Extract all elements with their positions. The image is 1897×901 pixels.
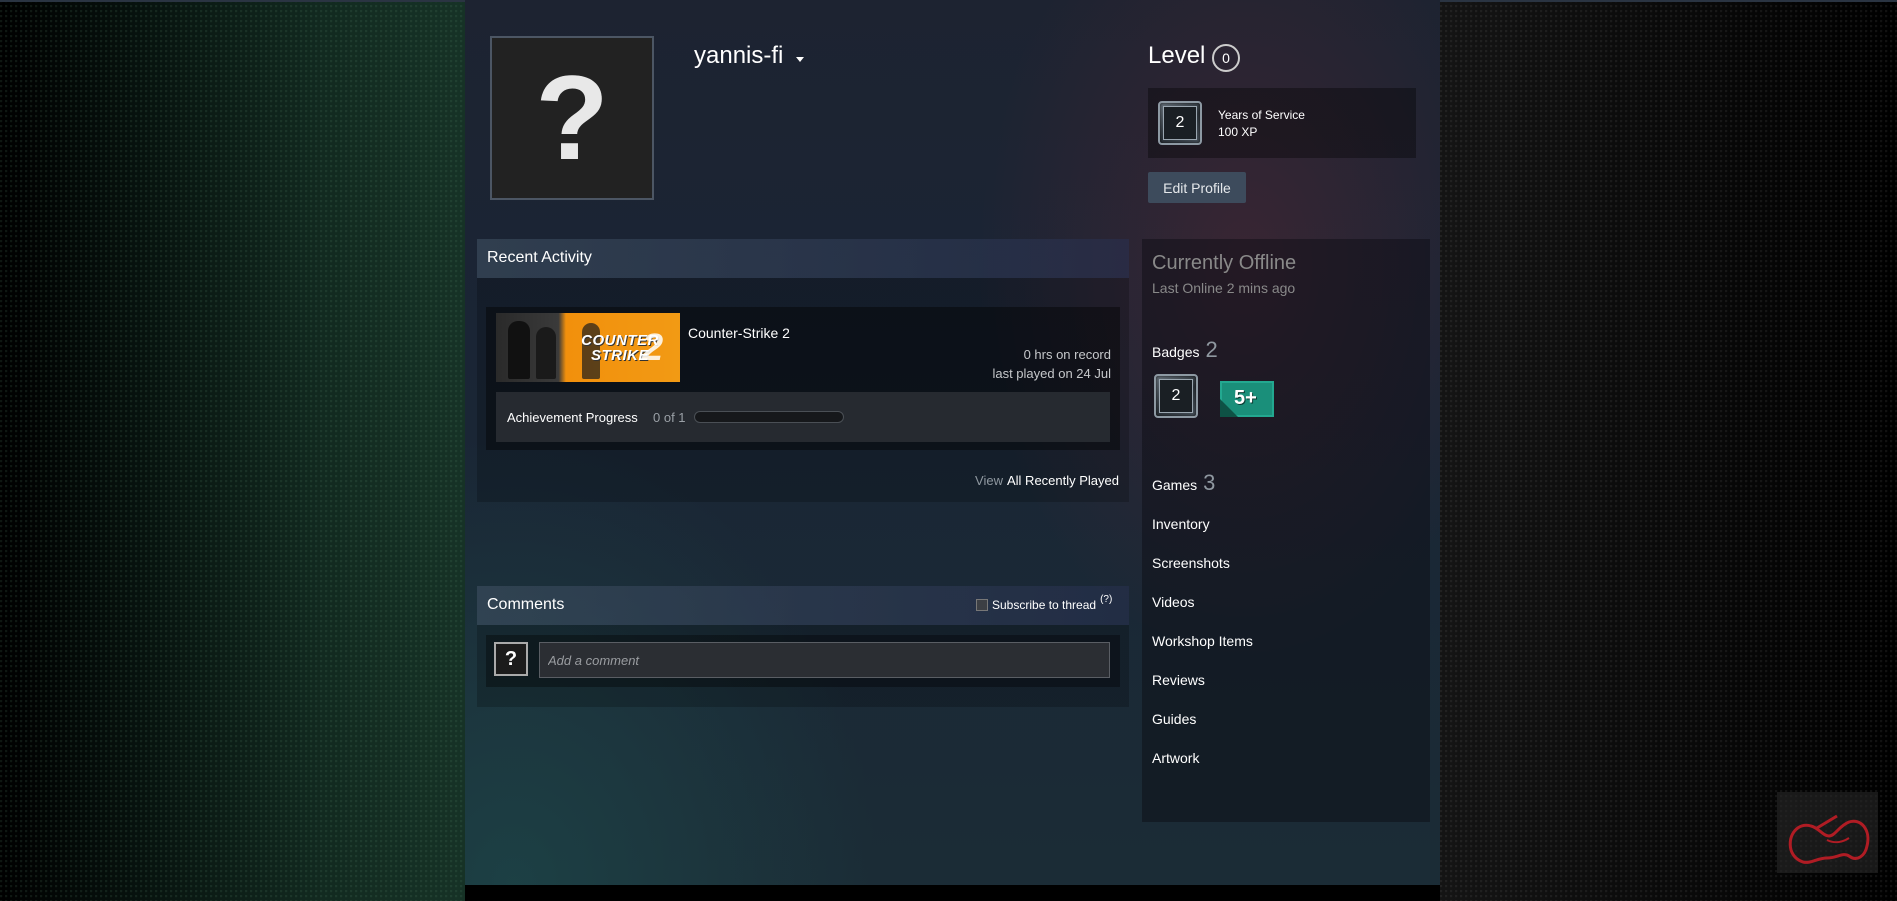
game-last-played: last played on 24 Jul (992, 366, 1111, 381)
achievement-count: 0 of 1 (653, 410, 686, 425)
controller-logo-icon[interactable] (1777, 792, 1878, 873)
years-of-service-badge-icon[interactable]: 2 (1154, 374, 1198, 418)
achievement-progress-bar (694, 411, 844, 423)
comments-header: Comments Subscribe to thread (?) (477, 586, 1129, 625)
view-label: View (975, 473, 1003, 488)
avatar-placeholder-icon: ? (535, 51, 609, 185)
artwork-link[interactable]: Artwork (1152, 750, 1199, 766)
comments-title: Comments (487, 596, 565, 613)
view-all-recently-played[interactable]: View All Recently Played (975, 473, 1119, 488)
last-online: Last Online 2 mins ago (1152, 280, 1296, 296)
games-count: 3 (1203, 470, 1216, 495)
profile-page: ? yannis-fi Level 0 2 Years of Service 1… (465, 0, 1440, 885)
help-icon[interactable]: (?) (1100, 594, 1112, 605)
screenshots-link[interactable]: Screenshots (1152, 555, 1230, 571)
subscribe-label: Subscribe to thread (992, 598, 1097, 612)
favorite-badge[interactable]: 2 Years of Service 100 XP (1148, 88, 1416, 158)
all-recently-played-link[interactable]: All Recently Played (1007, 473, 1119, 488)
subscribe-checkbox[interactable] (976, 599, 988, 611)
badges-count: 2 (1205, 337, 1218, 362)
achievement-progress-label: Achievement Progress (507, 410, 638, 425)
game-hours: 0 hrs on record (1023, 347, 1111, 362)
videos-link[interactable]: Videos (1152, 594, 1195, 610)
controller-icon (1788, 814, 1870, 864)
comments-section: Comments Subscribe to thread (?) ? (477, 586, 1129, 707)
persona-dropdown-icon[interactable] (796, 57, 804, 62)
games-link[interactable]: Games 3 (1152, 470, 1215, 496)
profile-sidebar: Currently Offline Last Online 2 mins ago… (1142, 239, 1430, 822)
game-logo-number: 2 (642, 327, 664, 369)
recent-activity-section: Recent Activity COUNTER STRIKE 2 Counter… (477, 239, 1129, 502)
background-right (1440, 0, 1897, 901)
capsule-figure-icon (508, 321, 530, 379)
online-status: Currently Offline (1152, 252, 1297, 274)
reviews-link[interactable]: Reviews (1152, 672, 1205, 688)
favorite-badge-title: Years of Service (1218, 108, 1305, 122)
recent-game: COUNTER STRIKE 2 Counter-Strike 2 0 hrs … (486, 307, 1120, 450)
edit-profile-button[interactable]: Edit Profile (1148, 172, 1246, 203)
comment-input[interactable] (539, 642, 1110, 678)
recent-activity-header: Recent Activity (477, 239, 1129, 278)
capsule-figure-icon (536, 327, 556, 379)
game-name-link[interactable]: Counter-Strike 2 (688, 325, 790, 341)
workshop-items-link[interactable]: Workshop Items (1152, 633, 1253, 649)
persona-name[interactable]: yannis-fi (694, 42, 783, 70)
inventory-link[interactable]: Inventory (1152, 516, 1210, 532)
games-owned-badge-icon[interactable]: 5+ (1220, 381, 1274, 417)
level-label: Level (1148, 42, 1206, 69)
games-label: Games (1152, 477, 1198, 493)
badges-label: Badges (1152, 344, 1200, 360)
guides-link[interactable]: Guides (1152, 711, 1196, 727)
profile-avatar[interactable]: ? (490, 36, 654, 200)
background-left (0, 0, 465, 901)
commenter-avatar: ? (494, 642, 528, 676)
years-of-service-badge-icon: 2 (1158, 101, 1202, 145)
subscribe-to-thread[interactable]: Subscribe to thread (?) (976, 594, 1112, 612)
badges-link[interactable]: Badges 2 (1152, 337, 1218, 363)
game-capsule-image[interactable]: COUNTER STRIKE 2 (496, 313, 680, 382)
favorite-badge-xp: 100 XP (1218, 125, 1258, 139)
recent-activity-title: Recent Activity (487, 249, 592, 266)
comment-entry: ? (486, 635, 1120, 687)
level-badge[interactable]: 0 (1212, 44, 1240, 72)
achievement-progress[interactable]: Achievement Progress 0 of 1 (496, 392, 1110, 442)
